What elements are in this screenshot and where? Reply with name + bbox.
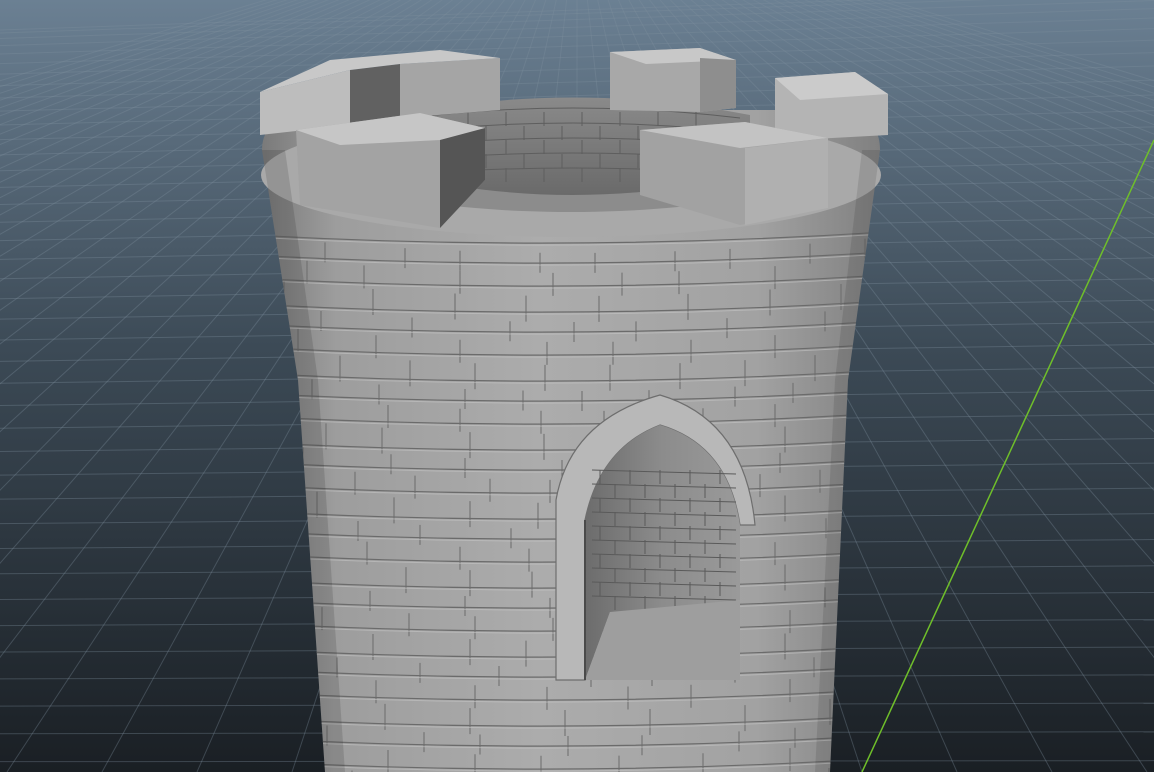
tower-model[interactable] bbox=[250, 48, 900, 772]
viewport-canvas[interactable] bbox=[0, 0, 1154, 772]
merlon-3 bbox=[610, 48, 736, 112]
3d-viewport[interactable] bbox=[0, 0, 1154, 772]
arched-doorway[interactable] bbox=[555, 394, 756, 681]
